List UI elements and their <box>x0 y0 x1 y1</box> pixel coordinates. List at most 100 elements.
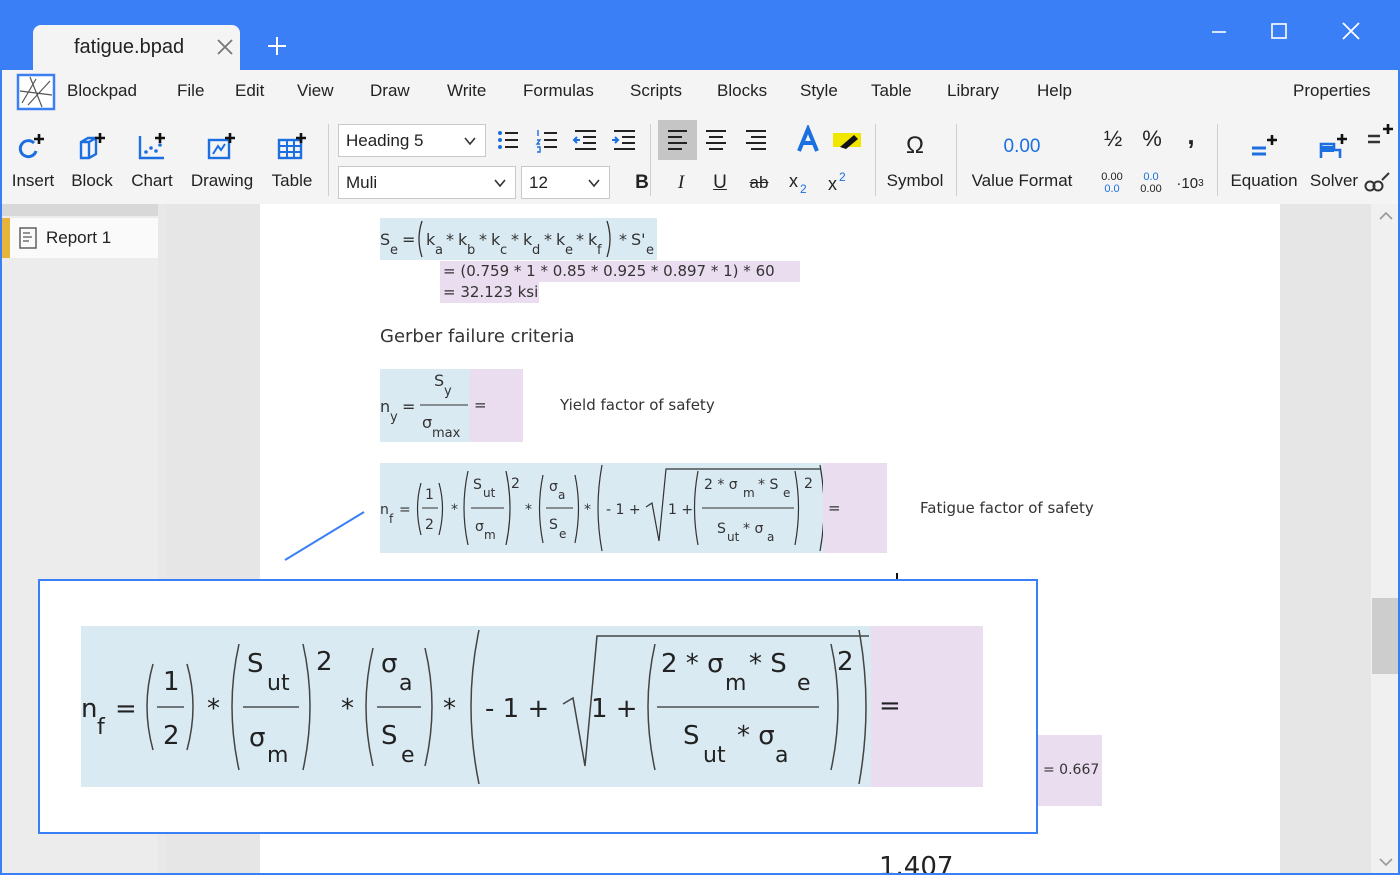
equation-button[interactable]: Equation <box>1224 116 1304 202</box>
strikethrough-button[interactable]: ab <box>742 168 776 198</box>
align-right-icon[interactable] <box>739 125 773 155</box>
drawing-icon <box>207 133 235 160</box>
superscript-button[interactable]: x2 <box>820 168 854 198</box>
menu-help[interactable]: Help <box>1037 81 1072 101</box>
svg-text:S: S <box>380 230 390 249</box>
menu-draw[interactable]: Draw <box>370 81 410 101</box>
menu-library[interactable]: Library <box>947 81 999 101</box>
svg-text:ut: ut <box>483 486 496 500</box>
subscript-button[interactable]: x2 <box>781 168 815 198</box>
menu-write[interactable]: Write <box>447 81 486 101</box>
svg-text:σ: σ <box>549 479 558 495</box>
increase-decimals-button[interactable]: 0.00 0.0 <box>1095 168 1129 198</box>
document-tab[interactable]: fatigue.bpad <box>33 25 240 70</box>
svg-text:S: S <box>549 517 558 533</box>
bold-button[interactable]: B <box>625 168 659 198</box>
block-button[interactable]: Block <box>66 116 118 202</box>
underline-button[interactable]: U <box>703 168 737 198</box>
decrease-decimals-bottom: 0.00 <box>1140 183 1162 195</box>
chart-button[interactable]: Chart <box>124 116 180 202</box>
toolbar-separator <box>875 124 876 196</box>
font-size-select[interactable]: 12 <box>521 166 610 199</box>
fraction-format-button[interactable]: ½ <box>1096 124 1130 154</box>
menu-edit[interactable]: Edit <box>235 81 264 101</box>
menu-properties[interactable]: Properties <box>1293 81 1370 101</box>
font-color-icon[interactable] <box>791 125 825 155</box>
menu-formulas[interactable]: Formulas <box>523 81 594 101</box>
drawing-button[interactable]: Drawing <box>184 116 260 202</box>
svg-text:*: * <box>207 694 220 724</box>
vertical-scrollbar[interactable] <box>1371 204 1400 875</box>
thousands-separator-button[interactable]: , <box>1174 120 1208 150</box>
paragraph-style-select[interactable]: Heading 5 <box>338 124 486 157</box>
menu-scripts[interactable]: Scripts <box>630 81 682 101</box>
solver-icon <box>1319 134 1347 158</box>
svg-text:*: * <box>479 230 487 249</box>
svg-text:=: = <box>402 397 415 416</box>
menu-style[interactable]: Style <box>800 81 838 101</box>
new-tab-icon[interactable] <box>266 35 288 57</box>
maximize-icon[interactable] <box>1266 18 1292 44</box>
value-format-button[interactable]: 0.00 Value Format <box>962 116 1082 202</box>
insert-button[interactable]: Insert <box>2 116 64 202</box>
value-format-label: Value Format <box>971 171 1073 190</box>
superscript-icon: x2 <box>828 170 846 194</box>
nf-formula: nf = 12 * Sut σm 2 * σa Se * - 1 + 1 + 2… <box>380 463 823 553</box>
svg-text:S: S <box>381 721 398 751</box>
scroll-up-icon[interactable] <box>1378 210 1394 222</box>
svg-text:σ: σ <box>475 519 484 535</box>
italic-button[interactable]: I <box>664 168 698 198</box>
chart-icon <box>138 133 165 160</box>
nf-label: Fatigue factor of safety <box>920 499 1094 517</box>
percent-format-button[interactable]: % <box>1135 124 1169 154</box>
align-left-icon[interactable] <box>658 120 697 160</box>
section-heading: Gerber failure criteria <box>380 326 575 347</box>
svg-text:n: n <box>81 694 97 724</box>
svg-text:S: S <box>434 371 444 390</box>
svg-text:2: 2 <box>163 721 180 751</box>
chevron-down-icon <box>464 137 476 146</box>
close-window-icon[interactable] <box>1338 18 1364 44</box>
menu-blocks[interactable]: Blocks <box>717 81 767 101</box>
indent-icon[interactable] <box>607 125 641 155</box>
sidebar-item-report-1[interactable]: Report 1 <box>2 218 158 258</box>
ny-label: Yield factor of safety <box>560 396 715 414</box>
svg-text:* S: * S <box>758 477 778 493</box>
table-button[interactable]: Table <box>264 116 320 202</box>
scientific-format-button[interactable]: ·10 3 <box>1173 168 1207 198</box>
menu-table[interactable]: Table <box>871 81 912 101</box>
svg-text:ut: ut <box>727 530 740 544</box>
svg-text:n: n <box>380 397 390 416</box>
svg-text:*: * <box>544 230 552 249</box>
chevron-down-icon <box>588 179 600 188</box>
add-formula-list-icon[interactable] <box>1366 122 1400 152</box>
scrollbar-thumb[interactable] <box>1372 598 1399 674</box>
svg-text:e: e <box>565 243 573 258</box>
bulleted-list-icon[interactable] <box>490 125 524 155</box>
menu-file[interactable]: File <box>177 81 204 101</box>
svg-text:f: f <box>597 243 602 258</box>
increase-decimals-bottom: 0.0 <box>1104 183 1120 195</box>
font-family-select[interactable]: Muli <box>338 166 516 199</box>
scroll-down-icon[interactable] <box>1378 856 1394 868</box>
svg-text:a: a <box>767 530 774 544</box>
svg-text:2 * σ: 2 * σ <box>661 649 724 679</box>
solver-button[interactable]: Solver <box>1306 116 1362 202</box>
symbol-button[interactable]: Ω Symbol <box>880 116 950 202</box>
minimize-icon[interactable] <box>1206 18 1232 44</box>
link-icon[interactable] <box>1362 166 1396 196</box>
svg-text:m: m <box>484 528 496 542</box>
outdent-icon[interactable] <box>568 125 602 155</box>
nf-result: = 1.407 <box>823 463 887 607</box>
close-tab-icon[interactable] <box>215 37 235 57</box>
svg-text:c: c <box>500 243 507 258</box>
toolbar-separator <box>1217 124 1218 196</box>
svg-text:1: 1 <box>163 667 180 697</box>
menu-view[interactable]: View <box>297 81 334 101</box>
numbered-list-icon[interactable] <box>529 125 563 155</box>
svg-text:*: * <box>446 230 454 249</box>
decrease-decimals-button[interactable]: 0.0 0.00 <box>1134 168 1168 198</box>
highlight-color-icon[interactable] <box>830 125 864 155</box>
align-center-icon[interactable] <box>699 125 733 155</box>
svg-text:e: e <box>783 486 790 500</box>
